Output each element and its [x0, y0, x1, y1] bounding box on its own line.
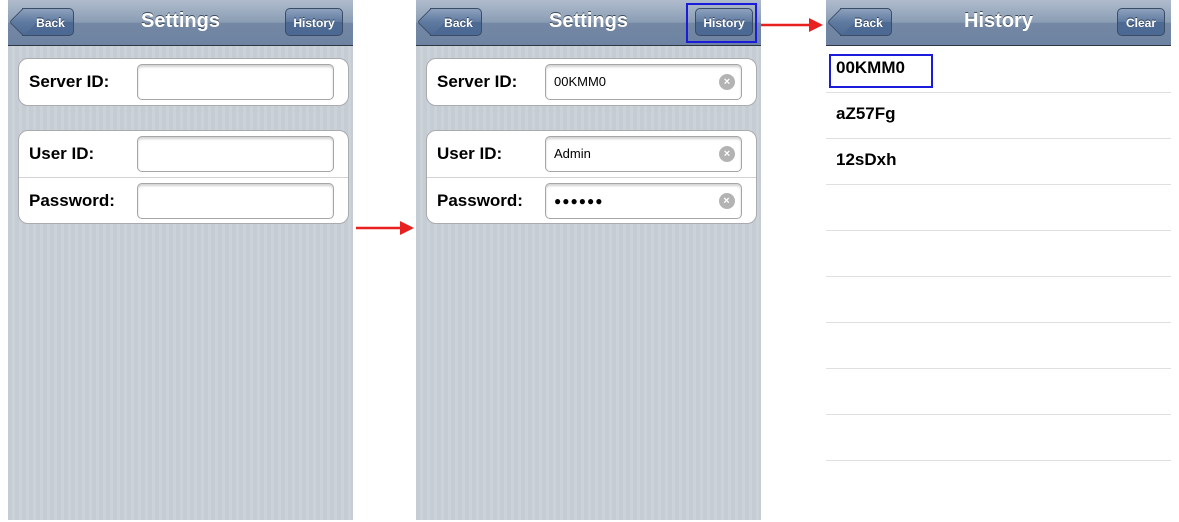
history-screen: Back History Clear 00KMM0 aZ57Fg 12sDxh: [826, 0, 1171, 520]
history-list: 00KMM0 aZ57Fg 12sDxh: [826, 47, 1171, 461]
settings-screen-filled: Back Settings History Server ID: 00KMM0 …: [416, 0, 761, 520]
server-group: Server ID:: [18, 58, 349, 106]
settings-screen-empty: Back Settings History Server ID: User ID…: [8, 0, 353, 520]
password-value: ●●●●●●: [554, 194, 604, 208]
history-item-label: aZ57Fg: [836, 104, 896, 123]
server-id-label: Server ID:: [29, 72, 110, 91]
nav-bar: Back Settings History: [8, 0, 353, 46]
password-label: Password:: [437, 191, 523, 210]
user-row: User ID: Admin ×: [427, 131, 756, 178]
user-id-field[interactable]: Admin ×: [545, 136, 742, 172]
history-item-label: 12sDxh: [836, 150, 897, 169]
list-item: [826, 277, 1171, 323]
clear-circle-icon[interactable]: ×: [719, 146, 735, 162]
user-id-field[interactable]: [137, 136, 334, 172]
password-label: Password:: [29, 191, 115, 210]
user-id-label: User ID:: [437, 144, 503, 163]
list-item: [826, 231, 1171, 277]
server-id-value: 00KMM0: [554, 74, 607, 89]
server-id-field[interactable]: [137, 64, 334, 100]
list-item: [826, 185, 1171, 231]
list-item: [826, 415, 1171, 461]
user-id-value: Admin: [554, 146, 591, 161]
user-row: User ID:: [19, 131, 348, 178]
credentials-group: User ID: Password:: [18, 130, 349, 224]
password-field[interactable]: ●●●●●● ×: [545, 183, 742, 219]
clear-button[interactable]: Clear: [1117, 8, 1165, 36]
nav-bar: Back History Clear: [826, 0, 1171, 46]
password-field[interactable]: [137, 183, 334, 219]
list-item[interactable]: aZ57Fg: [826, 93, 1171, 139]
server-row: Server ID: 00KMM0 ×: [427, 59, 756, 105]
password-row: Password:: [19, 178, 348, 223]
history-button[interactable]: History: [285, 8, 343, 36]
server-id-field[interactable]: 00KMM0 ×: [545, 64, 742, 100]
clear-circle-icon[interactable]: ×: [719, 193, 735, 209]
credentials-group: User ID: Admin × Password: ●●●●●● ×: [426, 130, 757, 224]
list-item: [826, 323, 1171, 369]
server-group: Server ID: 00KMM0 ×: [426, 58, 757, 106]
list-item[interactable]: 12sDxh: [826, 139, 1171, 185]
right-arrow-icon: [356, 221, 414, 235]
history-button-highlight: [686, 3, 757, 43]
user-id-label: User ID:: [29, 144, 95, 163]
history-item-highlight: [829, 54, 933, 88]
list-item: [826, 369, 1171, 415]
clear-circle-icon[interactable]: ×: [719, 74, 735, 90]
server-row: Server ID:: [19, 59, 348, 105]
right-arrow-icon: [761, 18, 823, 32]
password-row: Password: ●●●●●● ×: [427, 178, 756, 223]
server-id-label: Server ID:: [437, 72, 518, 91]
